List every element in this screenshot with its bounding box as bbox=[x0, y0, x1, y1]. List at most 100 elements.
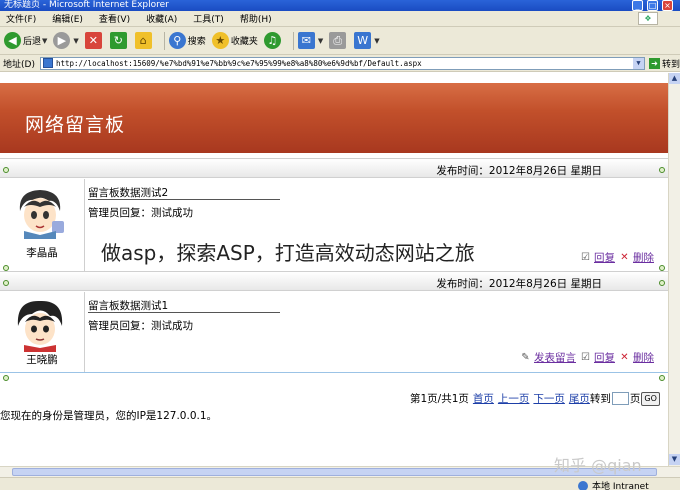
home-icon: ⌂ bbox=[134, 32, 152, 49]
page-content: 网络留言板 发布时间：2012年8月26日 星期日 李晶晶 留言板数据测试2 管… bbox=[0, 73, 668, 466]
prev-page-link[interactable]: 上一页 bbox=[498, 391, 530, 406]
stop-button[interactable]: ✕ bbox=[84, 32, 104, 49]
refresh-button[interactable]: ↻ bbox=[109, 32, 129, 49]
search-button[interactable]: ⚲ 搜索 bbox=[168, 32, 206, 49]
toolbar-separator bbox=[292, 31, 294, 50]
author-name: 李晶晶 bbox=[26, 247, 58, 259]
security-zone: 本地 Intranet bbox=[578, 479, 649, 490]
page-suffix-label: 页 bbox=[629, 393, 641, 405]
search-label: 搜索 bbox=[187, 37, 206, 47]
home-button[interactable]: ⌂ bbox=[134, 32, 154, 49]
window-title: 无标题页 - Microsoft Internet Explorer bbox=[4, 0, 169, 10]
bullet-icon bbox=[3, 167, 9, 173]
mail-icon: ✉ bbox=[297, 32, 315, 49]
last-page-link[interactable]: 尾页 bbox=[569, 391, 590, 406]
menu-file[interactable]: 文件(F) bbox=[6, 12, 36, 25]
status-bar: 本地 Intranet bbox=[0, 477, 680, 490]
reply-link[interactable]: 回复 bbox=[594, 250, 615, 265]
address-url[interactable]: http://localhost:15609/%e7%bd%91%e7%bb%9… bbox=[56, 59, 633, 68]
entry-date-bar: 发布时间：2012年8月26日 星期日 bbox=[0, 158, 668, 178]
star-icon: ★ bbox=[211, 32, 229, 49]
check-icon: ☑ bbox=[581, 252, 590, 263]
post-icon: ✎ bbox=[521, 352, 530, 363]
page-info: 第1页/共1页 bbox=[410, 393, 469, 405]
divider bbox=[88, 312, 280, 313]
menu-bar: 文件(F) 编辑(E) 查看(V) 收藏(A) 工具(T) 帮助(H) ❖ bbox=[0, 11, 680, 27]
entry-reply: 管理员回复：测试成功 bbox=[88, 320, 193, 332]
entry-actions: ☑ 回复 ✕ 删除 bbox=[580, 250, 658, 265]
stop-icon: ✕ bbox=[84, 32, 102, 49]
chevron-down-icon: ▼ bbox=[317, 36, 324, 45]
print-button[interactable]: ⎙ bbox=[329, 32, 348, 49]
search-icon: ⚲ bbox=[168, 32, 186, 49]
bullet-icon bbox=[3, 265, 9, 271]
toolbar-separator bbox=[163, 31, 165, 50]
menu-view[interactable]: 查看(V) bbox=[99, 12, 130, 25]
bullet-icon bbox=[659, 280, 665, 286]
reply-link[interactable]: 回复 bbox=[594, 350, 615, 365]
goto-label: 转到 bbox=[589, 393, 611, 405]
forward-arrow-icon: ▶ bbox=[53, 32, 71, 49]
entry-date: 发布时间：2012年8月26日 星期日 bbox=[436, 278, 602, 290]
first-page-link[interactable]: 首页 bbox=[473, 391, 494, 406]
media-button[interactable]: ♫ bbox=[263, 32, 283, 49]
bullet-icon bbox=[3, 375, 9, 381]
bullet-icon bbox=[659, 265, 665, 271]
menu-edit[interactable]: 编辑(E) bbox=[52, 12, 83, 25]
entry-date: 发布时间：2012年8月26日 星期日 bbox=[436, 165, 602, 177]
edit-button[interactable]: W ▼ bbox=[354, 32, 380, 49]
menu-help[interactable]: 帮助(H) bbox=[240, 12, 272, 25]
address-bar: 地址(D) http://localhost:15609/%e7%bd%91%e… bbox=[0, 55, 680, 72]
chevron-down-icon: ▼ bbox=[73, 36, 79, 45]
maximize-button[interactable]: □ bbox=[647, 0, 658, 11]
author-name: 王晓鹏 bbox=[26, 354, 58, 366]
go-arrow-icon: ➜ bbox=[648, 57, 660, 69]
chevron-down-icon[interactable]: ▼ bbox=[632, 57, 644, 69]
delete-link[interactable]: 删除 bbox=[633, 250, 654, 265]
scroll-up-icon[interactable]: ▲ bbox=[669, 73, 680, 84]
avatar bbox=[12, 185, 68, 239]
watermark: 知乎 @qian bbox=[554, 456, 642, 475]
entry-reply: 管理员回复：测试成功 bbox=[88, 207, 193, 219]
overlay-caption: 做asp，探索ASP，打造高效动态网站之旅 bbox=[101, 241, 475, 265]
divider bbox=[0, 372, 668, 373]
mail-button[interactable]: ✉ ▼ bbox=[297, 32, 324, 49]
menu-tools[interactable]: 工具(T) bbox=[193, 12, 224, 25]
divider bbox=[84, 292, 85, 372]
back-button[interactable]: ◀ 后退 ▼ bbox=[4, 32, 47, 49]
pager: 第1页/共1页 首页 上一页 下一页 尾页 转到 页 GO bbox=[410, 391, 660, 406]
favorites-button[interactable]: ★ 收藏夹 bbox=[211, 32, 258, 49]
media-icon: ♫ bbox=[263, 32, 281, 49]
zone-label: 本地 Intranet bbox=[592, 482, 649, 490]
delete-icon: ✕ bbox=[620, 352, 629, 363]
entry-title: 留言板数据测试1 bbox=[88, 300, 169, 312]
go-page-button[interactable]: GO bbox=[641, 391, 660, 406]
delete-link[interactable]: 删除 bbox=[633, 350, 654, 365]
forward-button[interactable]: ▶ ▼ bbox=[53, 32, 79, 49]
address-label: 地址(D) bbox=[3, 59, 35, 70]
bullet-icon bbox=[3, 280, 9, 286]
globe-icon bbox=[578, 480, 588, 490]
favorites-label: 收藏夹 bbox=[230, 37, 258, 47]
page-number-input[interactable] bbox=[611, 392, 629, 405]
next-page-link[interactable]: 下一页 bbox=[533, 391, 565, 406]
minimize-button[interactable]: _ bbox=[632, 0, 643, 11]
go-button[interactable]: ➜ 转到 bbox=[648, 57, 680, 70]
delete-icon: ✕ bbox=[620, 252, 629, 263]
close-button[interactable]: × bbox=[662, 0, 673, 11]
post-message-link[interactable]: 发表留言 bbox=[534, 350, 576, 365]
go-label: 转到 bbox=[661, 59, 680, 70]
page-icon bbox=[42, 58, 53, 68]
address-input[interactable]: http://localhost:15609/%e7%bd%91%e7%bb%9… bbox=[39, 56, 645, 70]
windows-logo-icon: ❖ bbox=[638, 12, 658, 25]
banner: 网络留言板 bbox=[0, 83, 668, 153]
toolbar: ◀ 后退 ▼ ▶ ▼ ✕ ↻ ⌂ ⚲ 搜索 ★ 收藏夹 ♫ ✉ ▼ ⎙ W ▼ bbox=[0, 27, 680, 55]
vertical-scrollbar[interactable]: ▲ ▼ bbox=[668, 73, 680, 466]
entry-date-bar: 发布时间：2012年8月26日 星期日 bbox=[0, 271, 668, 291]
entry-title: 留言板数据测试2 bbox=[88, 187, 169, 199]
page-title: 网络留言板 bbox=[25, 114, 126, 136]
menu-favorites[interactable]: 收藏(A) bbox=[146, 12, 177, 25]
title-bar: 无标题页 - Microsoft Internet Explorer _ □ × bbox=[0, 0, 680, 11]
user-status: 您现在的身份是管理员，您的IP是127.0.0.1。 bbox=[0, 410, 218, 422]
scroll-down-icon[interactable]: ▼ bbox=[669, 454, 680, 465]
